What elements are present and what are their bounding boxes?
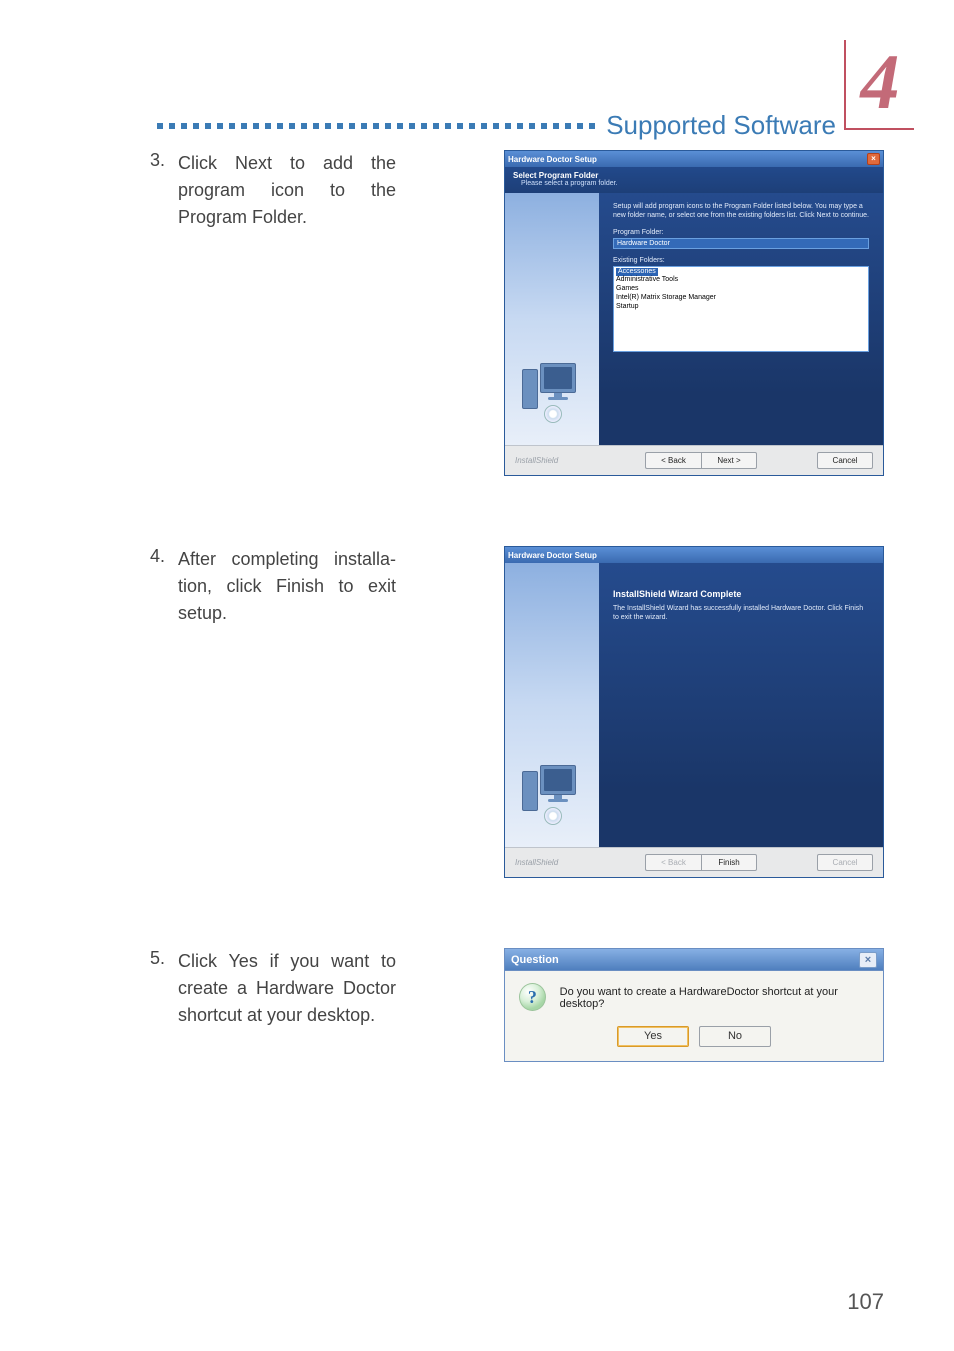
existing-folders-listbox[interactable]: Accessories Administrative Tools Games I… xyxy=(613,266,869,352)
question-dialog: Question × ? Do you want to create a Har… xyxy=(504,948,884,1062)
window-title: Hardware Doctor Setup xyxy=(508,551,597,560)
step-text: After completing installa­tion, click Fi… xyxy=(178,546,404,627)
list-item[interactable]: Administrative Tools xyxy=(616,276,866,285)
program-folder-input[interactable]: Hardware Doctor xyxy=(613,238,869,249)
program-folder-label: Program Folder: xyxy=(613,229,869,236)
complete-title: InstallShield Wizard Complete xyxy=(613,589,869,599)
titlebar: Hardware Doctor Setup × xyxy=(505,151,883,167)
wizard-footer: InstallShield < Back Finish Cancel xyxy=(505,847,883,877)
brand-label: InstallShield xyxy=(515,456,558,465)
yes-button[interactable]: Yes xyxy=(617,1026,689,1047)
close-button[interactable]: × xyxy=(859,952,877,968)
chapter-number: 4 xyxy=(861,43,900,121)
subheader-title: Select Program Folder xyxy=(513,171,875,180)
footer-buttons: < Back Next > Cancel xyxy=(645,452,873,469)
step-4: 4. After completing installa­tion, click… xyxy=(150,546,884,878)
step-figure: Hardware Doctor Setup × Select Program F… xyxy=(404,150,884,476)
dialog-body: ? Do you want to create a HardwareDoctor… xyxy=(505,971,883,1020)
section-title: Supported Software xyxy=(606,110,836,141)
page-number: 107 xyxy=(847,1289,884,1315)
question-icon: ? xyxy=(519,983,546,1011)
list-item[interactable]: Startup xyxy=(616,303,866,312)
wizard-main: Setup will add program icons to the Prog… xyxy=(599,193,883,445)
installer-window-complete: Hardware Doctor Setup Ins xyxy=(504,546,884,878)
next-button[interactable]: Next > xyxy=(701,452,757,469)
step-number: 3. xyxy=(150,150,178,171)
titlebar: Hardware Doctor Setup xyxy=(505,547,883,563)
page-content: 3. Click Next to add the program icon to… xyxy=(150,150,884,1132)
subheader-desc: Please select a program folder. xyxy=(521,180,875,187)
complete-text: The InstallShield Wizard has successfull… xyxy=(613,605,869,623)
wizard-body: InstallShield Wizard Complete The Instal… xyxy=(505,563,883,847)
computer-icon xyxy=(522,361,582,417)
intro-text: Setup will add program icons to the Prog… xyxy=(613,203,869,221)
step-figure: Question × ? Do you want to create a Har… xyxy=(404,948,884,1062)
dialog-title: Question xyxy=(511,954,559,966)
computer-icon xyxy=(522,763,582,819)
wizard-side-art xyxy=(505,563,599,847)
dotted-leader xyxy=(157,123,598,129)
dialog-text: Do you want to create a HardwareDoctor s… xyxy=(560,983,869,1016)
wizard-side-art xyxy=(505,193,599,445)
step-figure: Hardware Doctor Setup Ins xyxy=(404,546,884,878)
footer-buttons: < Back Finish Cancel xyxy=(645,854,873,871)
step-number: 5. xyxy=(150,948,178,969)
step-text: Click Yes if you want to create a Hardwa… xyxy=(178,948,404,1029)
chapter-box: 4 xyxy=(844,40,914,130)
installer-window-select-folder: Hardware Doctor Setup × Select Program F… xyxy=(504,150,884,476)
section-title-row: Supported Software xyxy=(157,110,836,141)
page-header: Supported Software 4 xyxy=(0,40,954,130)
step-number: 4. xyxy=(150,546,178,567)
back-button[interactable]: < Back xyxy=(645,452,701,469)
finish-button[interactable]: Finish xyxy=(701,854,757,871)
wizard-main: InstallShield Wizard Complete The Instal… xyxy=(599,563,883,847)
wizard-footer: InstallShield < Back Next > Cancel xyxy=(505,445,883,475)
back-button: < Back xyxy=(645,854,701,871)
existing-folders-label: Existing Folders: xyxy=(613,257,869,264)
brand-label: InstallShield xyxy=(515,858,558,867)
dialog-buttons: Yes No xyxy=(505,1020,883,1061)
step-text: Click Next to add the program icon to th… xyxy=(178,150,404,231)
cancel-button: Cancel xyxy=(817,854,873,871)
close-button[interactable]: × xyxy=(867,153,880,165)
no-button[interactable]: No xyxy=(699,1026,771,1047)
wizard-body: Setup will add program icons to the Prog… xyxy=(505,193,883,445)
titlebar: Question × xyxy=(505,949,883,971)
cancel-button[interactable]: Cancel xyxy=(817,452,873,469)
list-item[interactable]: Intel(R) Matrix Storage Manager xyxy=(616,294,866,303)
list-item[interactable]: Games xyxy=(616,285,866,294)
window-title: Hardware Doctor Setup xyxy=(508,155,597,164)
step-3: 3. Click Next to add the program icon to… xyxy=(150,150,884,476)
step-5: 5. Click Yes if you want to create a Har… xyxy=(150,948,884,1062)
list-item[interactable]: Accessories xyxy=(616,268,658,277)
subheader: Select Program Folder Please select a pr… xyxy=(505,167,883,193)
